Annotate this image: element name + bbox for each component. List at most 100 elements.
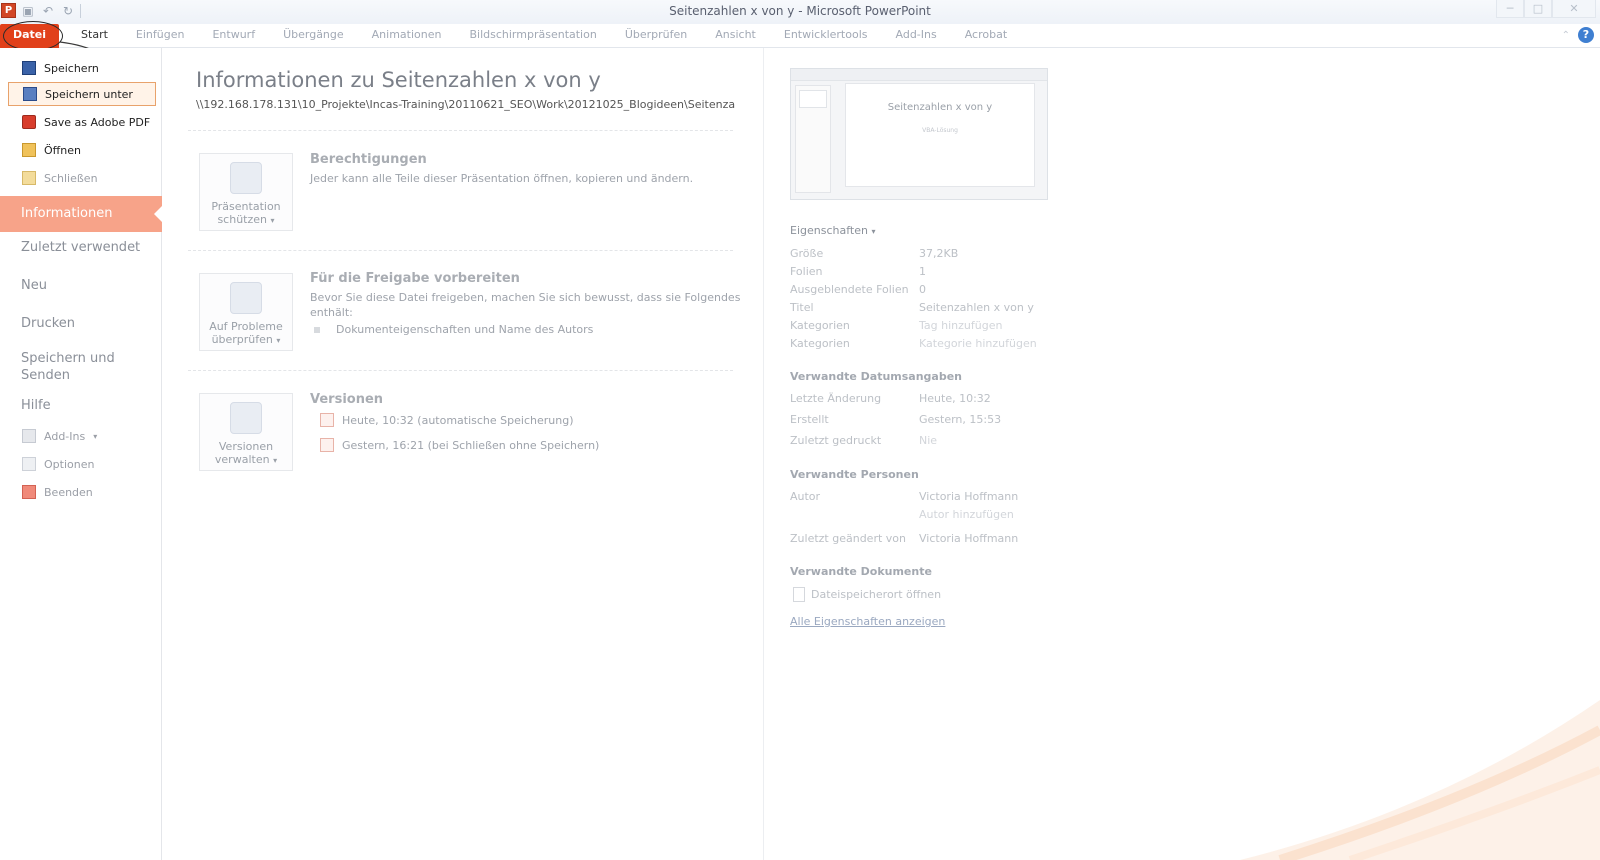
show-all-properties-link[interactable]: Alle Eigenschaften anzeigen <box>790 615 945 628</box>
save-as-icon <box>23 87 37 101</box>
page-title: Informationen zu Seitenzahlen x von y <box>196 68 601 92</box>
chevron-down-icon: ▾ <box>93 431 98 441</box>
permissions-heading: Berechtigungen <box>310 152 427 167</box>
command-label: Speichern unter <box>45 87 133 101</box>
tab-datei[interactable]: Datei <box>0 24 60 48</box>
prepare-heading: Für die Freigabe vorbereiten <box>310 271 520 286</box>
prepare-text-line1: Bevor Sie diese Datei freigeben, machen … <box>310 291 741 304</box>
related-people-heading: Verwandte Personen <box>790 468 919 481</box>
nav-item-zuletzt-verwendet[interactable]: Zuletzt verwendet <box>0 240 162 255</box>
nav-command-beenden[interactable]: Beenden <box>8 480 156 504</box>
related-dates-heading: Verwandte Datumsangaben <box>790 370 963 383</box>
property-label: Autor <box>790 490 821 503</box>
property-label: Erstellt <box>790 413 829 426</box>
command-label: Speichern <box>44 61 99 75</box>
section-divider <box>188 250 733 251</box>
property-value: Gestern, 15:53 <box>919 413 1002 426</box>
check-issues-button[interactable]: Auf Probleme überprüfen ▾ <box>199 273 293 351</box>
open-file-location-label: Dateispeicherort öffnen <box>811 588 942 601</box>
pdf-icon <box>22 115 36 129</box>
property-label: Letzte Änderung <box>790 392 882 405</box>
version-entry[interactable]: Gestern, 16:21 (bei Schließen ohne Speic… <box>320 438 599 452</box>
property-label: Folien <box>790 265 823 278</box>
preview-slide: Seitenzahlen x von y VBA-Lösung <box>845 83 1035 187</box>
chevron-down-icon: ▾ <box>871 227 876 236</box>
author-name[interactable]: Victoria Hoffmann <box>919 490 1018 503</box>
property-value: 1 <box>919 265 926 278</box>
chevron-down-icon: ▾ <box>270 216 275 225</box>
categories-property-field[interactable]: Kategorie hinzufügen <box>919 337 1037 350</box>
nav-command-save-as-pdf[interactable]: Save as Adobe PDF <box>8 110 156 134</box>
property-label: Titel <box>790 301 814 314</box>
tab-animationen[interactable]: Animationen <box>358 24 456 48</box>
presentation-file-icon <box>320 438 334 452</box>
protect-presentation-button[interactable]: Präsentation schützen ▾ <box>199 153 293 231</box>
property-label: Ausgeblendete Folien <box>790 283 909 296</box>
version-entry[interactable]: Heute, 10:32 (automatische Speicherung) <box>320 413 573 427</box>
versions-heading: Versionen <box>310 392 384 407</box>
permissions-text: Jeder kann alle Teile dieser Präsentatio… <box>310 172 694 185</box>
nav-command-schliessen[interactable]: Schließen <box>8 166 156 190</box>
add-ins-icon <box>22 429 36 443</box>
nav-item-informationen[interactable]: Informationen <box>0 196 162 232</box>
property-value: Nie <box>919 434 938 447</box>
maximize-button[interactable]: □ <box>1524 0 1552 18</box>
tab-ueberpruefen[interactable]: Überprüfen <box>611 24 701 48</box>
presentation-preview: Seitenzahlen x von y VBA-Lösung <box>790 68 1048 200</box>
nav-item-drucken[interactable]: Drucken <box>0 316 162 331</box>
tab-uebergaenge[interactable]: Übergänge <box>269 24 358 48</box>
tab-ansicht[interactable]: Ansicht <box>701 24 770 48</box>
button-label-line1: Auf Probleme <box>209 320 283 333</box>
prepare-text-line2: enthält: <box>310 306 353 319</box>
document-icon <box>793 587 805 602</box>
property-label: Kategorien <box>790 319 850 332</box>
version-label: Heute, 10:32 (automatische Speicherung) <box>342 413 574 427</box>
section-divider <box>188 370 733 371</box>
bullet-text: Dokumenteigenschaften und Name des Autor… <box>336 323 594 336</box>
open-file-location-link[interactable]: Dateispeicherort öffnen <box>793 587 941 602</box>
tab-entwicklertools[interactable]: Entwicklertools <box>770 24 882 48</box>
command-label: Optionen <box>44 457 95 471</box>
preview-slide-title: Seitenzahlen x von y <box>887 102 993 113</box>
preview-slide-panel <box>795 85 831 193</box>
nav-command-oeffnen[interactable]: Öffnen <box>8 138 156 162</box>
manage-versions-button[interactable]: Versionen verwalten ▾ <box>199 393 293 471</box>
property-value: Heute, 10:32 <box>919 392 991 405</box>
command-label: Add-Ins <box>44 429 86 443</box>
open-folder-icon <box>22 143 36 157</box>
tags-property-field[interactable]: Tag hinzufügen <box>919 319 1002 332</box>
window-controls: ─ □ ✕ <box>1496 0 1596 18</box>
nav-command-speichern-unter[interactable]: Speichern unter <box>8 82 156 106</box>
command-label: Beenden <box>44 485 93 499</box>
nav-command-add-ins[interactable]: Add-Ins ▾ <box>8 424 156 448</box>
tab-einfuegen[interactable]: Einfügen <box>122 24 199 48</box>
property-value: 0 <box>919 283 926 296</box>
add-author-field[interactable]: Autor hinzufügen <box>919 508 1014 521</box>
tab-add-ins[interactable]: Add-Ins <box>882 24 951 48</box>
last-modified-by[interactable]: Victoria Hoffmann <box>919 532 1018 545</box>
button-label-line2: schützen <box>217 213 268 226</box>
minimize-button[interactable]: ─ <box>1496 0 1524 18</box>
properties-heading[interactable]: Eigenschaften ▾ <box>790 224 875 237</box>
title-property-field[interactable]: Seitenzahlen x von y <box>919 301 1034 314</box>
nav-command-speichern[interactable]: Speichern <box>8 56 156 80</box>
nav-item-hilfe[interactable]: Hilfe <box>0 398 162 413</box>
preview-toolbar <box>791 69 1047 81</box>
tab-bildschirmpraesentation[interactable]: Bildschirmpräsentation <box>455 24 610 48</box>
nav-command-optionen[interactable]: Optionen <box>8 452 156 476</box>
tab-acrobat[interactable]: Acrobat <box>951 24 1021 48</box>
tab-entwurf[interactable]: Entwurf <box>198 24 269 48</box>
button-label-line1: Präsentation <box>211 200 281 213</box>
background-swirl-decoration <box>1240 700 1600 860</box>
exit-icon <box>22 485 36 499</box>
help-icon[interactable]: ? <box>1578 27 1594 43</box>
info-panel: Informationen zu Seitenzahlen x von y \\… <box>163 48 763 860</box>
chevron-down-icon: ▾ <box>273 456 278 465</box>
close-button[interactable]: ✕ <box>1552 0 1596 18</box>
preview-slide-subtitle: VBA-Lösung <box>922 127 958 134</box>
nav-item-speichern-und-senden[interactable]: Speichern und Senden <box>0 350 120 384</box>
tab-start[interactable]: Start <box>67 24 122 48</box>
nav-item-neu[interactable]: Neu <box>0 278 162 293</box>
command-label: Öffnen <box>44 143 81 157</box>
ribbon-collapse-icon[interactable]: ⌃ <box>1562 30 1570 41</box>
